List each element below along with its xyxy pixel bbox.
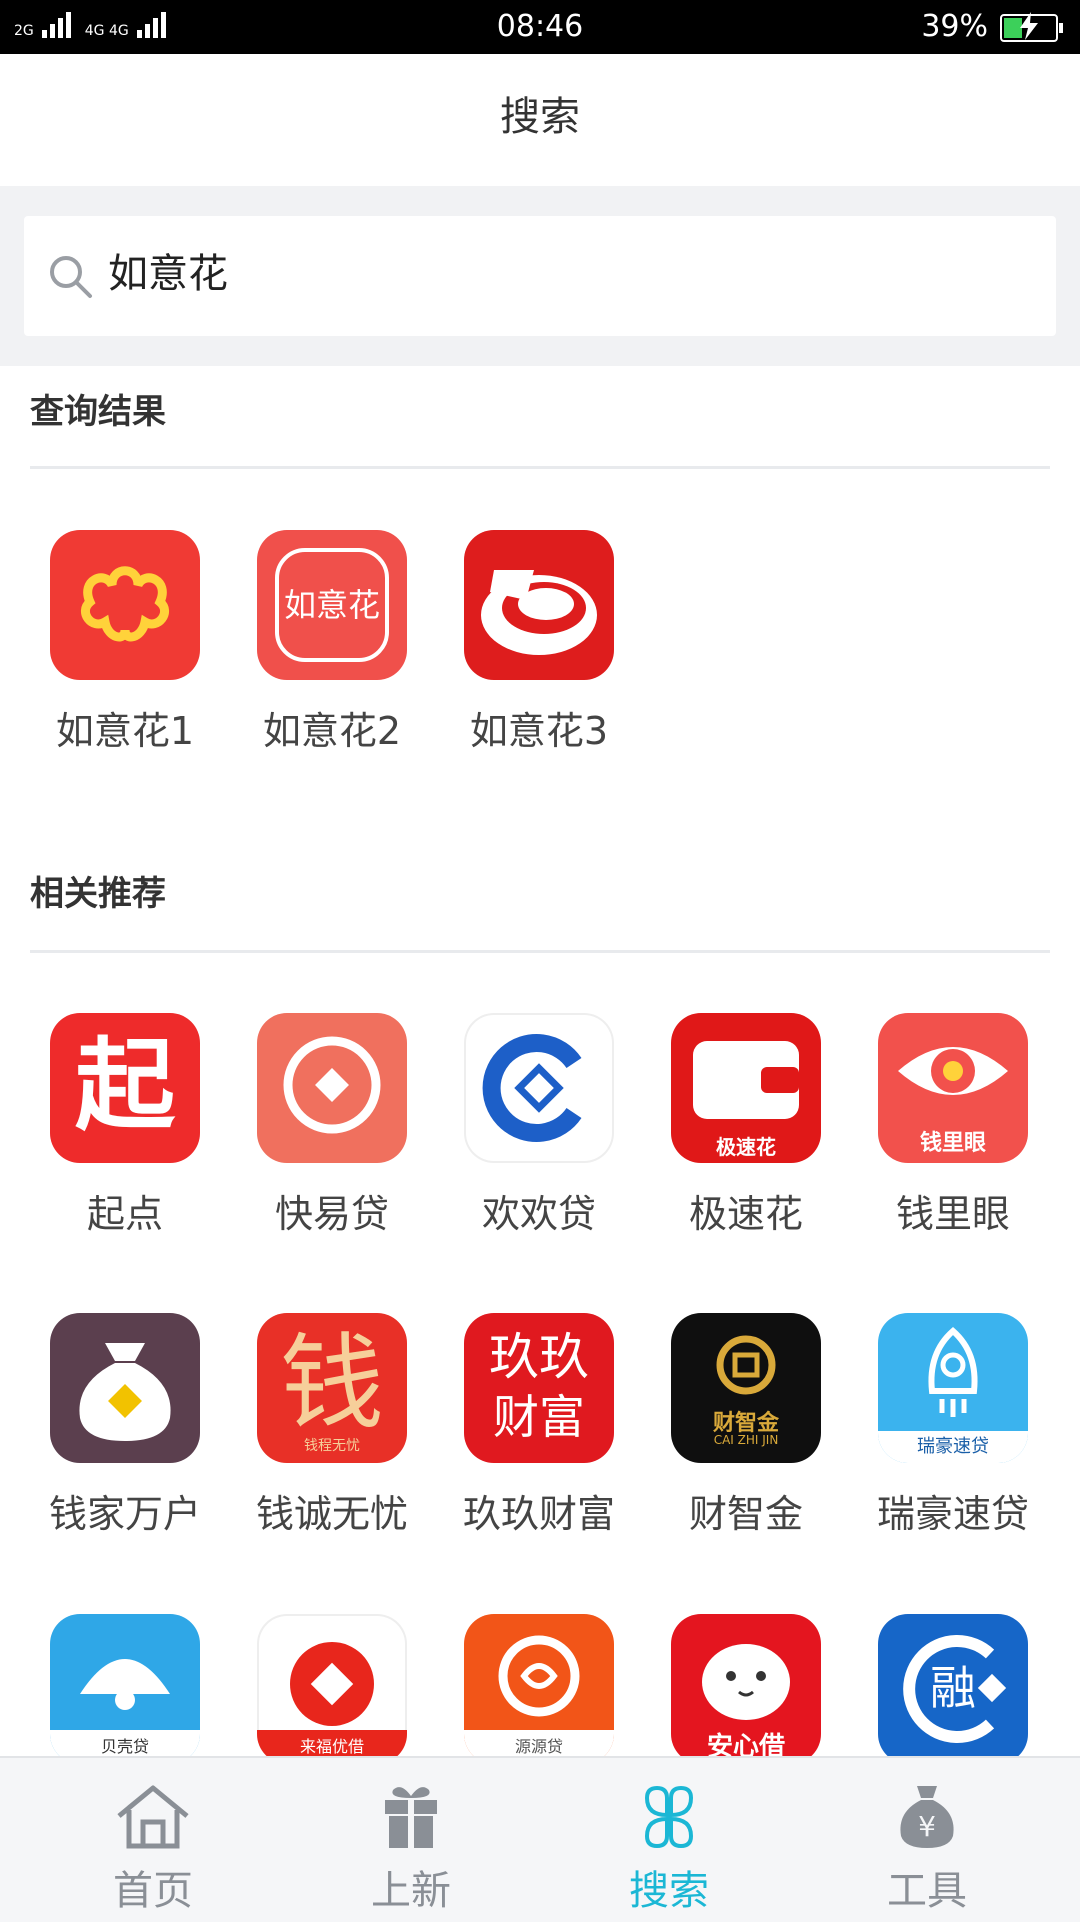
- app-tile-rong[interactable]: 融: [858, 1614, 1048, 1764]
- ruyihua1-app-icon: [50, 530, 200, 680]
- app-tile-ruyihua3[interactable]: 如意花3: [444, 530, 634, 755]
- qianliyan-app-icon: 钱里眼: [878, 1013, 1028, 1163]
- caizhijin-app-icon: 财智金 CAI ZHI JIN: [671, 1313, 821, 1463]
- svg-text:¥: ¥: [918, 1810, 936, 1843]
- qianchengwuyou-app-icon: 钱 钱程无忧: [257, 1313, 407, 1463]
- results-section-title: 查询结果: [30, 392, 166, 432]
- app-label: 如意花3: [469, 709, 609, 753]
- app-label: 财智金: [688, 1492, 803, 1536]
- nav-label: 上新: [371, 1868, 451, 1914]
- jiujiucaifu-app-icon: 玖玖 财富: [464, 1313, 614, 1463]
- divider: [30, 950, 1050, 953]
- nav-tools[interactable]: ¥ 工具: [792, 1758, 1062, 1922]
- app-label: 玖玖财富: [462, 1492, 615, 1536]
- clover-icon: [644, 1785, 694, 1849]
- app-tile-ruyihua1[interactable]: 如意花1: [30, 530, 220, 755]
- app-tile-qidian[interactable]: 起 起点: [30, 1013, 220, 1238]
- status-bar: 2G 4G 4G 08:46 39%: [0, 0, 1080, 54]
- app-tile-jisuhua[interactable]: 极速花 极速花: [651, 1013, 841, 1238]
- nav-label: 搜索: [629, 1868, 709, 1914]
- divider: [30, 466, 1050, 469]
- clock: 08:46: [496, 9, 584, 44]
- app-tile-qianliyan[interactable]: 钱里眼 钱里眼: [858, 1013, 1048, 1238]
- search-icon: [50, 256, 92, 298]
- app-label: 如意花1: [55, 709, 195, 753]
- search-query[interactable]: 如意花: [108, 248, 228, 300]
- app-tile-caizhijin[interactable]: 财智金 CAI ZHI JIN 财智金: [651, 1313, 841, 1538]
- qianjiawanhu-app-icon: [50, 1313, 200, 1463]
- app-tile-anxinjie[interactable]: 安心借: [651, 1614, 841, 1764]
- kuaiyidai-app-icon: [257, 1013, 407, 1163]
- ruyihua3-app-icon: [464, 530, 614, 680]
- nav-label: 首页: [113, 1868, 193, 1914]
- app-label: 钱诚无忧: [255, 1492, 408, 1536]
- app-tile-kuaiyidai[interactable]: 快易贷: [237, 1013, 427, 1238]
- app-tile-ruyihua2[interactable]: 如意花 如意花2: [237, 530, 427, 755]
- app-label: 钱里眼: [895, 1192, 1010, 1236]
- jisuhua-app-icon: 极速花: [671, 1013, 821, 1163]
- beikedai-app-icon: 贝壳贷: [50, 1614, 200, 1764]
- search-area: 如意花: [0, 186, 1080, 366]
- gift-icon: [385, 1787, 437, 1848]
- ruyihua2-app-icon: 如意花: [257, 530, 407, 680]
- home-icon: [117, 1785, 189, 1849]
- app-label: 瑞豪速贷: [876, 1492, 1029, 1536]
- bottom-nav: 首页 上新 搜索 ¥ 工具: [0, 1756, 1080, 1922]
- nav-label: 工具: [887, 1868, 967, 1914]
- app-label: 极速花: [688, 1192, 803, 1236]
- battery-icon: [1000, 12, 1063, 42]
- app-label: 快易贷: [274, 1192, 389, 1236]
- app-tile-laifuyoujie[interactable]: 来福优借: [237, 1614, 427, 1764]
- recommend-section-title: 相关推荐: [30, 874, 166, 914]
- app-tile-qianchengwuyou[interactable]: 钱 钱程无忧 钱诚无忧: [237, 1313, 427, 1538]
- app-label: 起点: [86, 1192, 163, 1236]
- qidian-app-icon: 起: [50, 1013, 200, 1163]
- nav-home[interactable]: 首页: [18, 1758, 288, 1922]
- laifuyoujie-app-icon: 来福优借: [257, 1614, 407, 1764]
- app-tile-beikedai[interactable]: 贝壳贷: [30, 1614, 220, 1764]
- ruihaosudai-app-icon: 瑞豪速贷: [878, 1313, 1028, 1463]
- app-label: 钱家万户: [48, 1492, 201, 1536]
- app-label: 欢欢贷: [481, 1192, 596, 1236]
- battery-percent: 39%: [921, 9, 988, 44]
- app-label: 如意花2: [262, 709, 402, 753]
- app-tile-huanhuandai[interactable]: 欢欢贷: [444, 1013, 634, 1238]
- page-title: 搜索: [0, 54, 1080, 186]
- app-tile-ruihaosudai[interactable]: 瑞豪速贷 瑞豪速贷: [858, 1313, 1048, 1538]
- app-tile-qianjiawanhu[interactable]: 钱家万户: [30, 1313, 220, 1538]
- anxinjie-app-icon: 安心借: [671, 1614, 821, 1764]
- app-tile-yuanyuandai[interactable]: 源源贷: [444, 1614, 634, 1764]
- money-bag-icon: ¥: [900, 1786, 954, 1848]
- yuanyuandai-app-icon: 源源贷: [464, 1614, 614, 1764]
- rong-app-icon: 融: [878, 1614, 1028, 1764]
- nav-new[interactable]: 上新: [276, 1758, 546, 1922]
- huanhuandai-app-icon: [464, 1013, 614, 1163]
- nav-search[interactable]: 搜索: [534, 1758, 804, 1922]
- search-input[interactable]: 如意花: [24, 216, 1056, 336]
- app-tile-jiujiucaifu[interactable]: 玖玖 财富 玖玖财富: [444, 1313, 634, 1538]
